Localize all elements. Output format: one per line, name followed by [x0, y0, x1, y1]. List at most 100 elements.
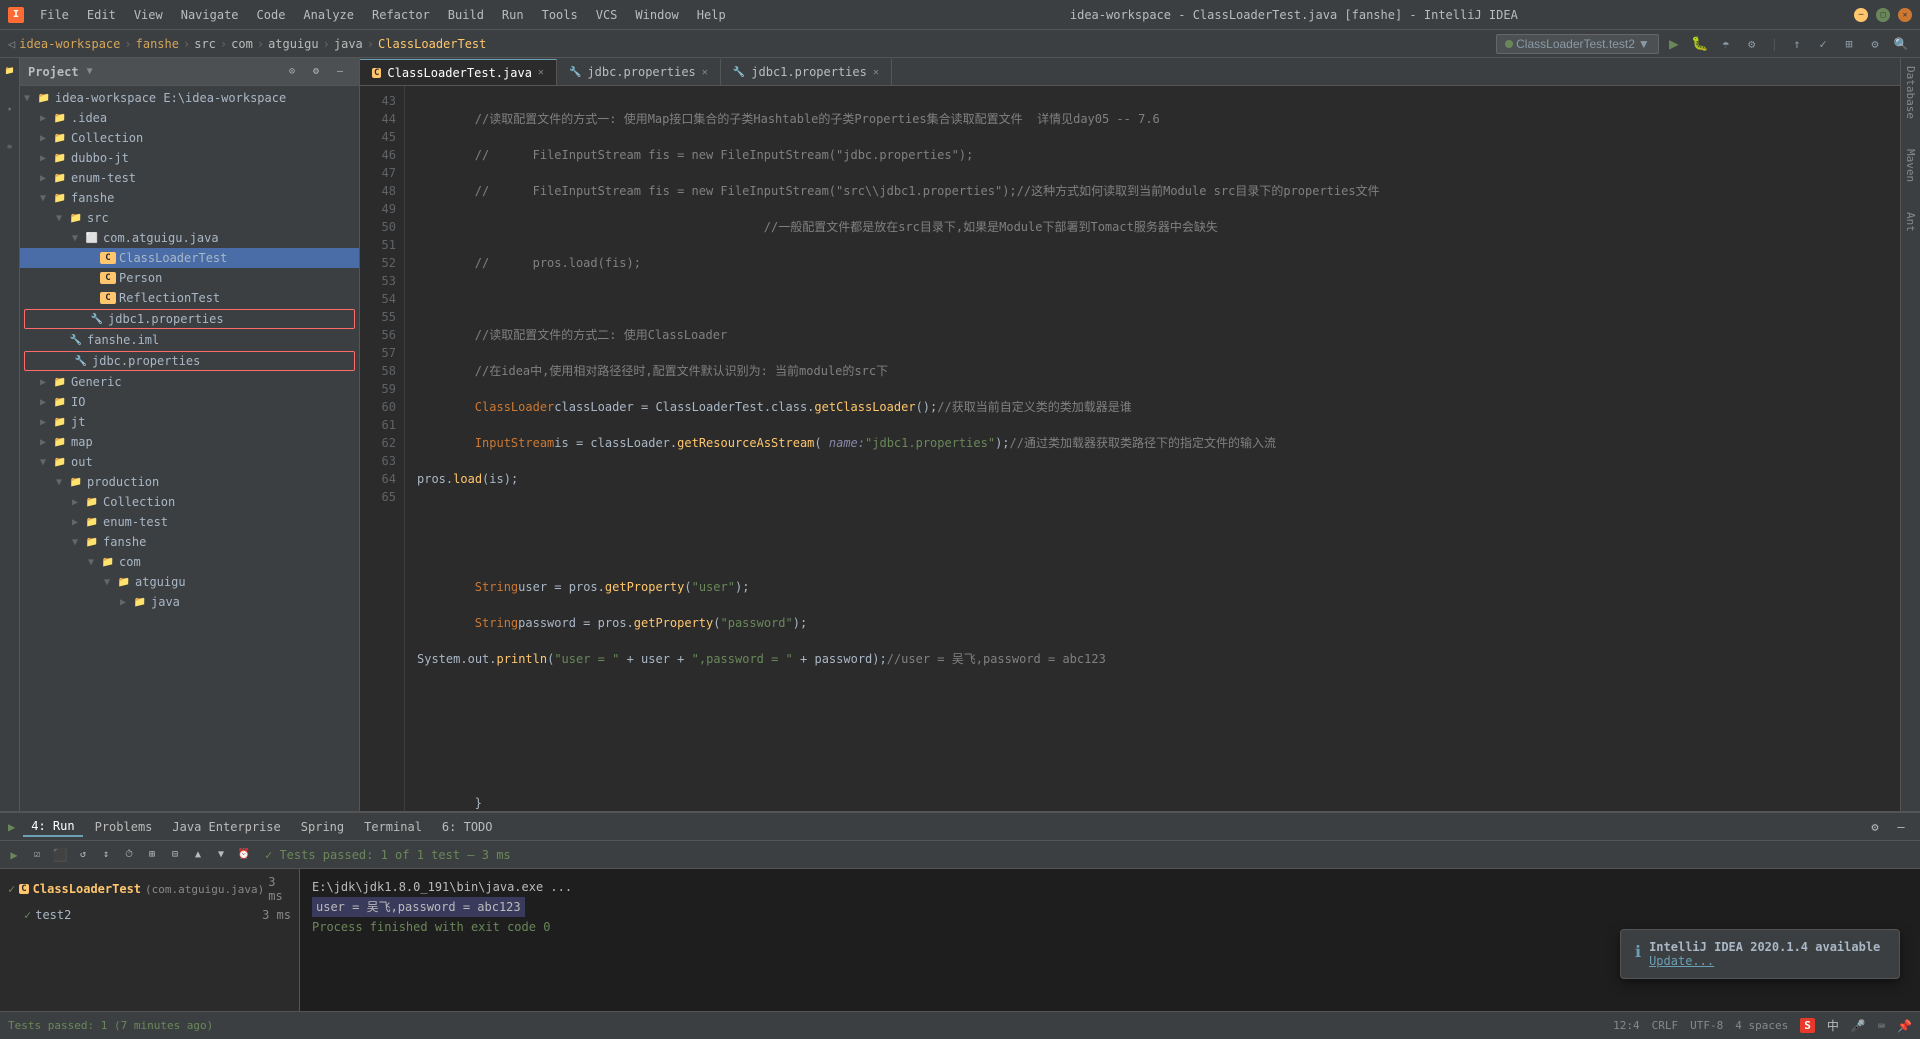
tree-src[interactable]: ▼ 📁 src	[20, 208, 359, 228]
menu-help[interactable]: Help	[689, 6, 734, 24]
tree-fanshe[interactable]: ▼ 📁 fanshe	[20, 188, 359, 208]
minimize-button[interactable]: ─	[1854, 8, 1868, 22]
java-enterprise-tab[interactable]: Java Enterprise	[164, 818, 288, 836]
tree-out-atguigu[interactable]: ▼ 📁 atguigu	[20, 572, 359, 592]
tree-classloadertest[interactable]: C ClassLoaderTest	[20, 248, 359, 268]
tree-enum-test[interactable]: ▶ 📁 enum-test	[20, 168, 359, 188]
breadcrumb-src[interactable]: src	[194, 37, 216, 51]
panel-scope-icon[interactable]: ⊙	[281, 61, 303, 83]
tree-production[interactable]: ▼ 📁 production	[20, 472, 359, 492]
tree-fanshe-iml[interactable]: 🔧 fanshe.iml	[20, 330, 359, 350]
spring-tab[interactable]: Spring	[293, 818, 352, 836]
notification-update-link[interactable]: Update...	[1649, 954, 1885, 968]
pin-icon[interactable]: 📌	[1897, 1019, 1912, 1033]
problems-tab[interactable]: Problems	[87, 818, 161, 836]
tree-out-enum[interactable]: ▶ 📁 enum-test	[20, 512, 359, 532]
tree-person[interactable]: C Person	[20, 268, 359, 288]
tree-package[interactable]: ▼ ⬜ com.atguigu.java	[20, 228, 359, 248]
menu-navigate[interactable]: Navigate	[173, 6, 247, 24]
ime-zh-icon[interactable]: 中	[1827, 1017, 1839, 1034]
more-run-options[interactable]: ⚙	[1741, 33, 1763, 55]
search-everywhere-button[interactable]: 🔍	[1890, 33, 1912, 55]
menu-vcs[interactable]: VCS	[588, 6, 626, 24]
vcs-commit-button[interactable]: ✓	[1812, 33, 1834, 55]
tree-out[interactable]: ▼ 📁 out	[20, 452, 359, 472]
keyboard-icon[interactable]: ⌨	[1878, 1019, 1885, 1033]
breadcrumb-java[interactable]: java	[334, 37, 363, 51]
tab-jdbc-props-close[interactable]: ✕	[702, 67, 708, 78]
tree-out-java[interactable]: ▶ 📁 java	[20, 592, 359, 612]
tree-map[interactable]: ▶ 📁 map	[20, 432, 359, 452]
menu-analyze[interactable]: Analyze	[295, 6, 362, 24]
code-area[interactable]: 4344454647 4849505152 5354555657 5859606…	[360, 86, 1900, 811]
breadcrumb-current[interactable]: ClassLoaderTest	[378, 37, 486, 51]
run-tree-method[interactable]: ✓ test2 3 ms	[4, 905, 295, 925]
tab-jdbc-props[interactable]: 🔧 jdbc.properties ✕	[557, 59, 721, 85]
line-separator[interactable]: CRLF	[1652, 1019, 1679, 1032]
terminal-tab[interactable]: Terminal	[356, 818, 430, 836]
tree-io[interactable]: ▶ 📁 IO	[20, 392, 359, 412]
menu-code[interactable]: Code	[249, 6, 294, 24]
cursor-position[interactable]: 12:4	[1613, 1019, 1640, 1032]
panel-settings-icon[interactable]: ⚙	[305, 61, 327, 83]
tab-jdbc1-props-close[interactable]: ✕	[873, 67, 879, 78]
indent-style[interactable]: 4 spaces	[1735, 1019, 1788, 1032]
tree-reflectiontest[interactable]: C ReflectionTest	[20, 288, 359, 308]
code-content[interactable]: //读取配置文件的方式一: 使用Map接口集合的子类Hashtable的子类Pr…	[405, 86, 1900, 811]
breadcrumb-atguigu[interactable]: atguigu	[268, 37, 319, 51]
tab-jdbc1-props[interactable]: 🔧 jdbc1.properties ✕	[721, 59, 892, 85]
tab-classloadertest[interactable]: C ClassLoaderTest.java ✕	[360, 59, 557, 85]
debug-button[interactable]: 🐛	[1689, 33, 1711, 55]
ant-panel-tab[interactable]: Ant	[1902, 208, 1919, 236]
run-button[interactable]: ▶	[1663, 33, 1685, 55]
structure-toggle[interactable]: ≡	[2, 138, 18, 154]
run-config-selector[interactable]: ClassLoaderTest.test2 ▼	[1496, 34, 1659, 54]
rerun-button[interactable]: ▶	[4, 845, 24, 865]
prev-failed-button[interactable]: ▲	[188, 845, 208, 865]
vcs-update-button[interactable]: ↑	[1786, 33, 1808, 55]
menu-run[interactable]: Run	[494, 6, 532, 24]
settings-icon[interactable]: ⚙	[1864, 816, 1886, 838]
menu-edit[interactable]: Edit	[79, 6, 124, 24]
project-structure-button[interactable]: ⊞	[1838, 33, 1860, 55]
project-panel-toggle[interactable]: 📁	[2, 62, 18, 78]
coverage-button[interactable]: ☂	[1715, 33, 1737, 55]
tree-jdbc-props[interactable]: 🔧 jdbc.properties	[24, 351, 355, 371]
stop-button[interactable]: ⬛	[50, 845, 70, 865]
tree-collection[interactable]: ▶ 📁 Collection	[20, 128, 359, 148]
tree-generic[interactable]: ▶ 📁 Generic	[20, 372, 359, 392]
maximize-button[interactable]: □	[1876, 8, 1890, 22]
tree-out-fanshe[interactable]: ▼ 📁 fanshe	[20, 532, 359, 552]
settings-button[interactable]: ⚙	[1864, 33, 1886, 55]
file-encoding[interactable]: UTF-8	[1690, 1019, 1723, 1032]
run-tree-class[interactable]: ✓ C ClassLoaderTest (com.atguigu.java) 3…	[4, 873, 295, 905]
test-check-button[interactable]: ☑	[27, 845, 47, 865]
panel-dropdown-icon[interactable]: ▼	[87, 66, 93, 77]
collapse-all-button[interactable]: ⊟	[165, 845, 185, 865]
back-icon[interactable]: ◁	[8, 37, 15, 51]
breadcrumb-fanshe[interactable]: fanshe	[136, 37, 179, 51]
rerun-failed-button[interactable]: ↺	[73, 845, 93, 865]
sort-duration-button[interactable]: ⏱	[119, 845, 139, 865]
menu-refactor[interactable]: Refactor	[364, 6, 438, 24]
menu-view[interactable]: View	[126, 6, 171, 24]
next-failed-button[interactable]: ▼	[211, 845, 231, 865]
tree-jt[interactable]: ▶ 📁 jt	[20, 412, 359, 432]
tree-out-collection[interactable]: ▶ 📁 Collection	[20, 492, 359, 512]
tree-idea[interactable]: ▶ 📁 .idea	[20, 108, 359, 128]
menu-tools[interactable]: Tools	[534, 6, 586, 24]
menu-window[interactable]: Window	[627, 6, 686, 24]
sort-alpha-button[interactable]: ↕	[96, 845, 116, 865]
tree-jdbc1-props[interactable]: 🔧 jdbc1.properties	[24, 309, 355, 329]
menu-file[interactable]: File	[32, 6, 77, 24]
menu-build[interactable]: Build	[440, 6, 492, 24]
favorites-toggle[interactable]: ★	[2, 100, 18, 116]
tree-dubbo-jt[interactable]: ▶ 📁 dubbo-jt	[20, 148, 359, 168]
breadcrumb-workspace[interactable]: idea-workspace	[19, 37, 120, 51]
tab-classloadertest-close[interactable]: ✕	[538, 67, 544, 78]
maven-panel-tab[interactable]: Maven	[1902, 145, 1919, 186]
close-button[interactable]: ✕	[1898, 8, 1912, 22]
todo-tab[interactable]: 6: TODO	[434, 818, 501, 836]
tree-root[interactable]: ▼ 📁 idea-workspace E:\idea-workspace	[20, 88, 359, 108]
mic-icon[interactable]: 🎤	[1851, 1019, 1866, 1033]
